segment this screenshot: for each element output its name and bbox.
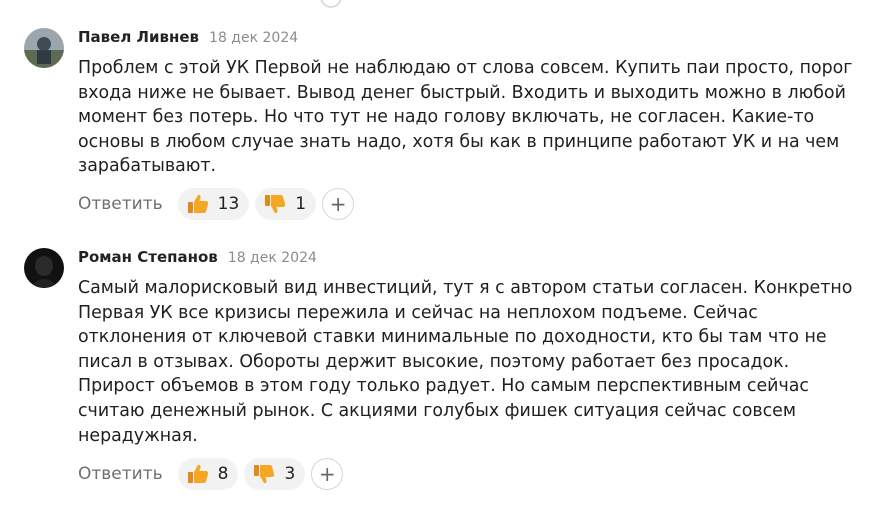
add-reaction-button[interactable]: +	[322, 188, 355, 220]
comment-author[interactable]: Роман Степанов	[78, 248, 218, 266]
thumbs-down-icon	[252, 462, 276, 486]
dislike-reaction-button[interactable]: 1	[255, 188, 317, 220]
reply-button[interactable]: Ответить	[78, 194, 163, 214]
like-reaction-button[interactable]: 8	[177, 458, 239, 490]
comment-date: 18 дек 2024	[209, 30, 299, 46]
dislike-reaction-button[interactable]: 3	[244, 458, 306, 490]
comment-text: Проблем с этой УК Первой не наблюдаю от …	[78, 58, 853, 177]
thumbs-down-icon	[263, 192, 287, 216]
plus-icon: +	[318, 462, 336, 486]
comment-actions: Ответить 13 1 +	[78, 188, 355, 220]
comment-author[interactable]: Павел Ливнев	[78, 28, 199, 46]
avatar[interactable]	[24, 248, 64, 288]
like-count: 13	[217, 194, 240, 214]
dislike-count: 3	[284, 464, 296, 484]
avatar[interactable]	[24, 28, 64, 68]
thumbs-up-icon	[186, 462, 210, 486]
thumbs-up-icon	[186, 192, 210, 216]
like-count: 8	[217, 464, 229, 484]
comment-date: 18 дек 2024	[227, 250, 317, 266]
comment-actions: Ответить 8 3 +	[78, 458, 344, 490]
add-reaction-button[interactable]: +	[311, 458, 344, 490]
reply-button[interactable]: Ответить	[78, 464, 163, 484]
dislike-count: 1	[295, 194, 307, 214]
like-reaction-button[interactable]: 13	[177, 188, 250, 220]
partial-control-edge	[320, 0, 342, 8]
plus-icon: +	[329, 192, 347, 216]
comment-text: Самый малорисковый вид инвестиций, тут я…	[78, 278, 853, 446]
